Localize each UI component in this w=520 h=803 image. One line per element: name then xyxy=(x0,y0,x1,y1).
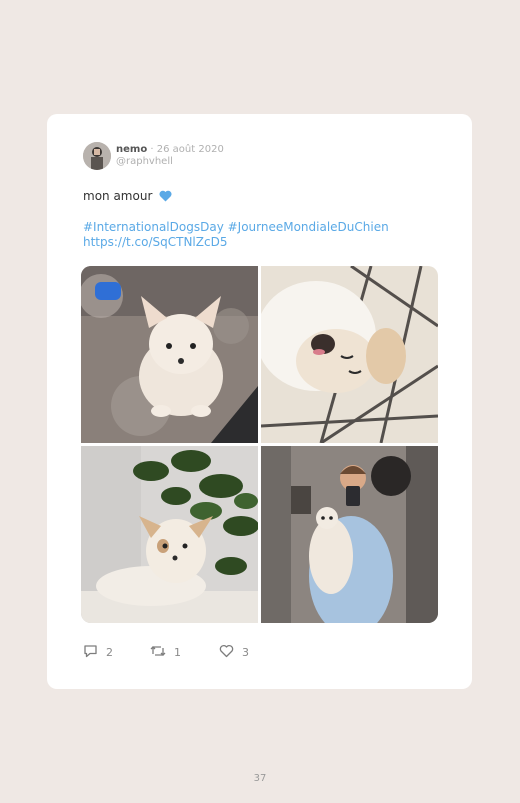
comment-icon xyxy=(83,644,98,661)
reply-count: 2 xyxy=(106,646,113,659)
retweet-icon xyxy=(150,644,166,661)
reply-button[interactable]: 2 xyxy=(83,644,113,661)
tweet-links: #InternationalDogsDay #JourneeMondialeDu… xyxy=(83,220,433,250)
retweet-count: 1 xyxy=(174,646,181,659)
author-name[interactable]: nemo xyxy=(116,144,147,155)
media-grid xyxy=(81,266,438,623)
page-number: 37 xyxy=(253,773,267,784)
hashtags-link[interactable]: #InternationalDogsDay #JourneeMondialeDu… xyxy=(83,220,433,235)
like-button[interactable]: 3 xyxy=(219,644,249,661)
tweet-url-link[interactable]: https://t.co/SqCTNlZcD5 xyxy=(83,235,433,250)
separator: · xyxy=(150,144,154,155)
photo-puppy-on-rug[interactable] xyxy=(81,266,258,443)
photo-sleeping-dog[interactable] xyxy=(261,266,438,443)
photo-dog-with-plant[interactable] xyxy=(81,446,258,623)
author-handle[interactable]: @raphvhell xyxy=(116,156,173,167)
blue-heart-icon xyxy=(159,190,172,205)
avatar[interactable] xyxy=(83,142,111,170)
like-count: 3 xyxy=(242,646,249,659)
tweet-date[interactable]: 26 août 2020 xyxy=(157,144,224,155)
tweet-text: mon amour xyxy=(83,189,172,205)
tweet-text-content: mon amour xyxy=(83,189,153,203)
tweet-author: nemo · 26 août 2020 xyxy=(116,144,224,156)
retweet-button[interactable]: 1 xyxy=(150,644,181,661)
heart-icon xyxy=(219,644,234,661)
tweet-card: nemo · 26 août 2020 @raphvhell mon amour… xyxy=(47,114,472,689)
photo-mirror-selfie[interactable] xyxy=(261,446,438,623)
